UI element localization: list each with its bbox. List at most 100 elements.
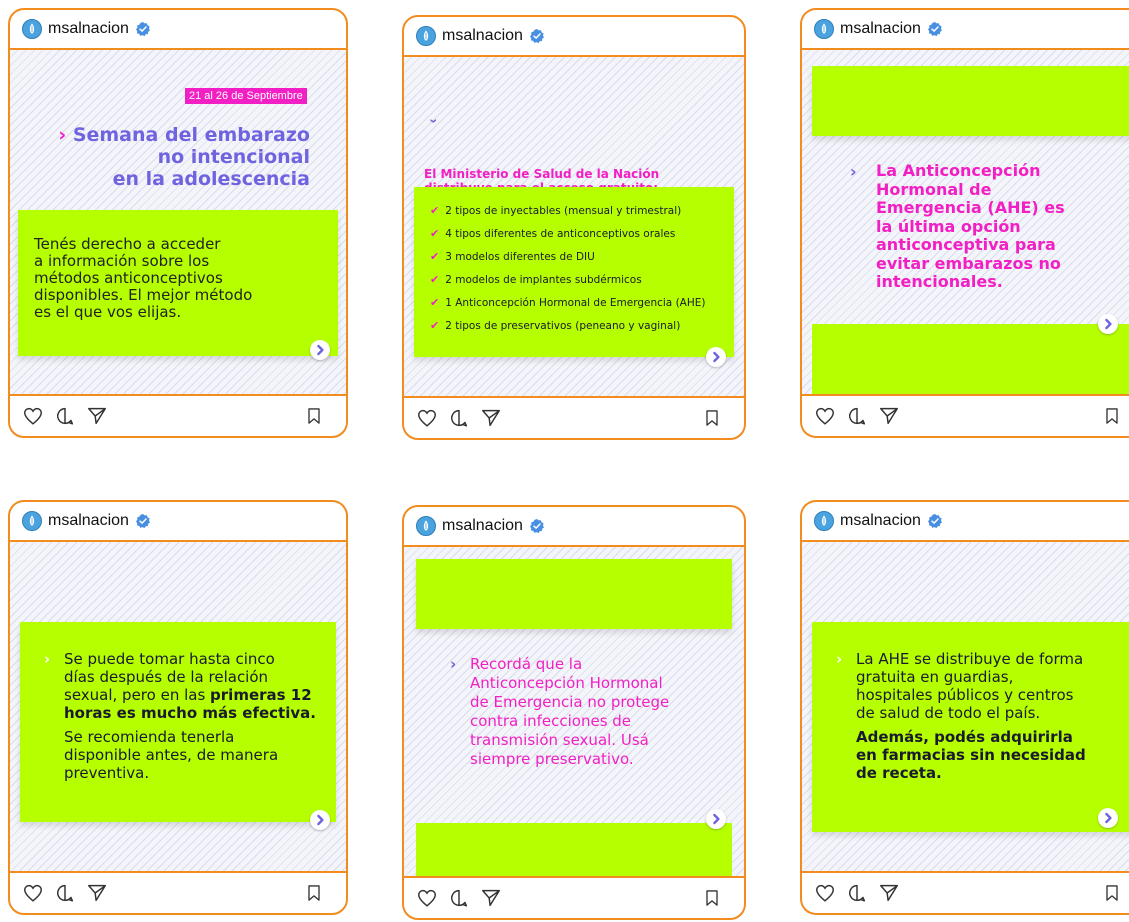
comment-icon[interactable] — [54, 882, 76, 904]
next-slide-button[interactable] — [1098, 314, 1118, 334]
chevron-right-icon — [708, 811, 724, 827]
post-card-2: msalnacion › El Ministerio de Salud de l… — [402, 15, 746, 440]
bookmark-icon[interactable] — [702, 888, 722, 908]
verified-badge-icon — [927, 513, 943, 529]
send-icon[interactable] — [480, 887, 502, 909]
post-card-6: msalnacion › La AHE se distribuye de for… — [800, 500, 1129, 915]
verified-badge-icon — [529, 28, 545, 44]
chevron-right-icon — [1100, 810, 1116, 826]
post-actions — [802, 871, 1129, 913]
heart-icon[interactable] — [416, 887, 438, 909]
post-header: msalnacion — [404, 507, 744, 547]
list-item: ✔ 2 tipos de preservativos (peneano y vag… — [430, 319, 681, 332]
post-image[interactable]: › La Anticoncepción Hormonal de Emergenc… — [802, 50, 1129, 394]
next-slide-button[interactable] — [706, 809, 726, 829]
username[interactable]: msalnacion — [48, 20, 129, 38]
username[interactable]: msalnacion — [442, 517, 523, 535]
chevron-right-icon — [312, 342, 328, 358]
next-slide-button[interactable] — [1098, 808, 1118, 828]
check-icon: ✔ — [430, 227, 440, 240]
chevron-right-icon: › — [836, 650, 843, 668]
post-actions — [802, 394, 1129, 436]
username[interactable]: msalnacion — [840, 20, 921, 38]
post-title: › Semana del embarazo no intencional en … — [58, 124, 310, 190]
date-tag: 21 al 26 de Septiembre — [185, 88, 307, 104]
chevron-right-icon: › — [58, 124, 67, 146]
post-image[interactable]: 21 al 26 de Septiembre › Semana del emba… — [10, 50, 346, 394]
post-text: La Anticoncepción Hormonal de Emergencia… — [876, 161, 1065, 291]
comment-icon[interactable] — [846, 882, 868, 904]
avatar[interactable] — [22, 19, 42, 39]
check-icon: ✔ — [430, 204, 440, 217]
send-icon[interactable] — [480, 407, 502, 429]
send-icon[interactable] — [878, 882, 900, 904]
next-slide-button[interactable] — [706, 347, 726, 367]
post-actions — [404, 396, 744, 438]
comment-icon[interactable] — [54, 405, 76, 427]
avatar[interactable] — [416, 26, 436, 46]
post-image[interactable]: › El Ministerio de Salud de la Nación di… — [404, 57, 744, 396]
post-body: Tenés derecho a acceder a información so… — [34, 235, 253, 321]
green-panel-top — [416, 559, 732, 629]
chevron-right-icon: › — [44, 650, 51, 668]
comment-icon[interactable] — [448, 887, 470, 909]
green-panel-bottom — [812, 324, 1129, 394]
post-header: msalnacion — [802, 502, 1129, 542]
avatar[interactable] — [416, 516, 436, 536]
post-header: msalnacion — [802, 10, 1129, 50]
bookmark-icon[interactable] — [304, 406, 324, 426]
post-header: msalnacion — [10, 10, 346, 50]
post-actions — [10, 871, 346, 913]
post-image[interactable]: › Recordá que la Anticoncepción Hormonal… — [404, 547, 744, 876]
username[interactable]: msalnacion — [442, 27, 523, 45]
username[interactable]: msalnacion — [840, 512, 921, 530]
post-text: La AHE se distribuye de forma gratuita e… — [856, 650, 1086, 782]
check-icon: ✔ — [430, 319, 440, 332]
post-header: msalnacion — [404, 17, 744, 57]
post-header: msalnacion — [10, 502, 346, 542]
post-card-5: msalnacion › Recordá que la Anticoncepci… — [402, 505, 746, 920]
list-item: ✔ 2 tipos de inyectables (mensual y trime… — [430, 204, 682, 217]
check-icon: ✔ — [430, 250, 440, 263]
list-item: ✔ 4 tipos diferentes de anticonceptivos o… — [430, 227, 676, 240]
send-icon[interactable] — [878, 405, 900, 427]
bookmark-icon[interactable] — [1102, 883, 1122, 903]
comment-icon[interactable] — [846, 405, 868, 427]
send-icon[interactable] — [86, 405, 108, 427]
post-card-1: msalnacion 21 al 26 de Septiembre › Sema… — [8, 8, 348, 438]
heart-icon[interactable] — [814, 405, 836, 427]
username[interactable]: msalnacion — [48, 512, 129, 530]
next-slide-button[interactable] — [310, 340, 330, 360]
heart-icon[interactable] — [22, 405, 44, 427]
chevron-right-icon — [312, 812, 328, 828]
check-icon: ✔ — [430, 296, 440, 309]
list-item: ✔ 3 modelos diferentes de DIU — [430, 250, 595, 263]
verified-badge-icon — [529, 518, 545, 534]
avatar[interactable] — [814, 511, 834, 531]
green-panel-top — [812, 66, 1129, 136]
list-item: ✔ 2 modelos de implantes subdérmicos — [430, 273, 642, 286]
chevron-right-icon: › — [450, 655, 457, 673]
heart-icon[interactable] — [814, 882, 836, 904]
benefits-list: ✔ 2 tipos de inyectables (mensual y trime… — [430, 199, 705, 337]
comment-icon[interactable] — [448, 407, 470, 429]
post-actions — [404, 876, 744, 918]
bookmark-icon[interactable] — [1102, 406, 1122, 426]
heart-icon[interactable] — [416, 407, 438, 429]
post-text: Recordá que la Anticoncepción Hormonal d… — [470, 655, 670, 768]
bookmark-icon[interactable] — [304, 883, 324, 903]
next-slide-button[interactable] — [310, 810, 330, 830]
bookmark-icon[interactable] — [702, 408, 722, 428]
chevron-right-icon — [1100, 316, 1116, 332]
post-card-3: msalnacion › La Anticoncepción Hormonal … — [800, 8, 1129, 438]
heart-icon[interactable] — [22, 882, 44, 904]
send-icon[interactable] — [86, 882, 108, 904]
chevron-right-icon: › — [850, 162, 857, 181]
post-image[interactable]: › Se puede tomar hasta cinco días despué… — [10, 542, 346, 871]
avatar[interactable] — [814, 19, 834, 39]
post-image[interactable]: › La AHE se distribuye de forma gratuita… — [802, 542, 1129, 871]
green-panel-bottom — [416, 823, 732, 876]
avatar[interactable] — [22, 511, 42, 531]
verified-badge-icon — [135, 21, 151, 37]
verified-badge-icon — [135, 513, 151, 529]
